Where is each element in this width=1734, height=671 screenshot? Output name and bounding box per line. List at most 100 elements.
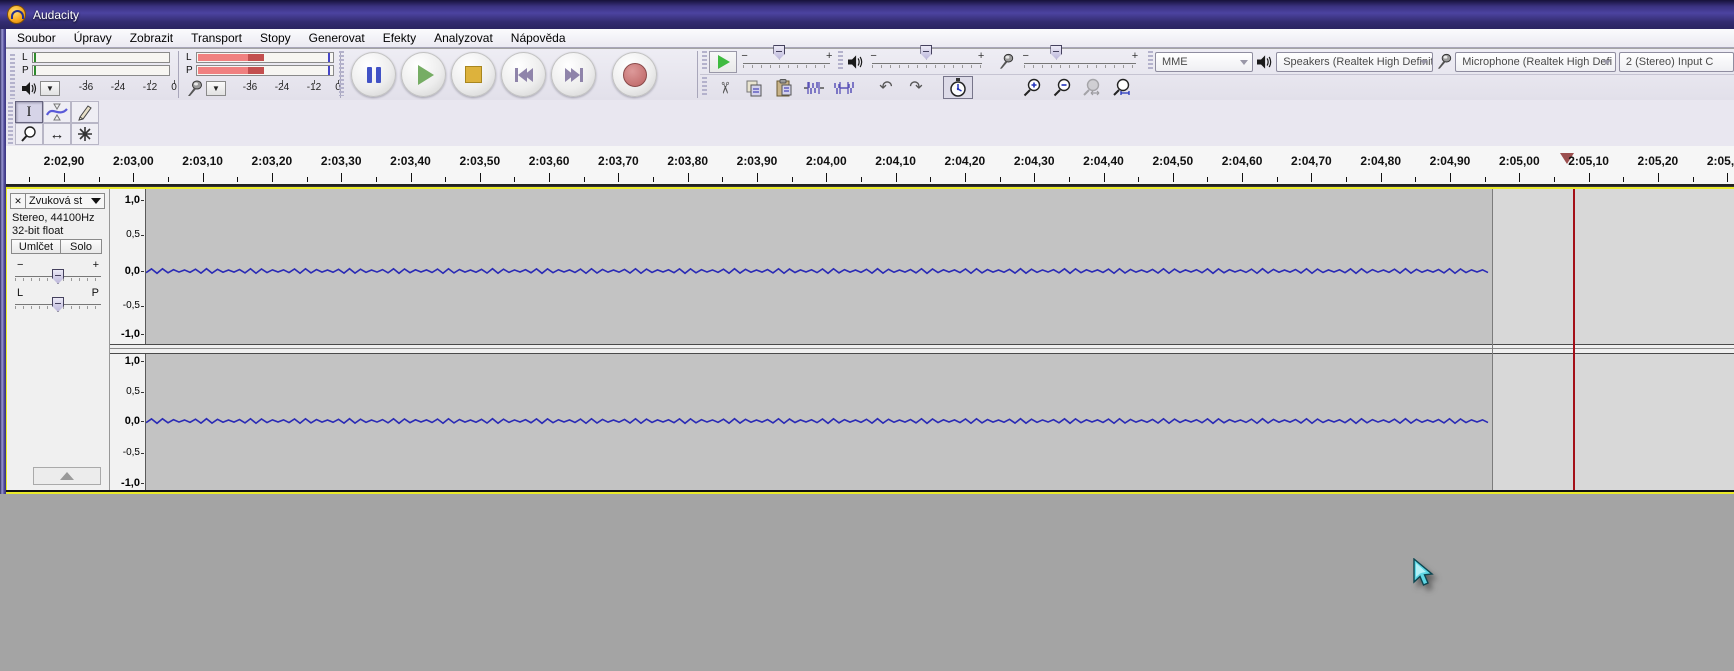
zoom-out-button[interactable] [1047, 76, 1077, 99]
timeline-minor-tick [1623, 177, 1624, 182]
pan-slider-thumb[interactable] [52, 297, 64, 312]
play-icon [418, 65, 434, 85]
tools-toolbar-grip[interactable] [8, 102, 13, 146]
draw-tool-button[interactable] [71, 101, 99, 123]
output-volume-slider-thumb[interactable] [920, 45, 932, 60]
menu-item-zobrazit[interactable]: Zobrazit [121, 30, 182, 46]
waveform-area[interactable] [146, 189, 1734, 491]
play-speed-slider-thumb[interactable] [773, 45, 785, 60]
gain-slider[interactable]: − + [15, 259, 101, 285]
time-shift-tool-button[interactable]: ↔ [43, 123, 71, 145]
pause-button[interactable] [351, 52, 396, 97]
meter-toolbar-grip[interactable] [10, 54, 15, 99]
multi-tool-button[interactable] [71, 123, 99, 145]
cut-button[interactable]: ✂ [709, 76, 739, 99]
track-menu-arrow-icon[interactable] [91, 198, 101, 204]
menu-item-generovat[interactable]: Generovat [300, 30, 374, 46]
close-track-button[interactable]: ✕ [11, 194, 26, 208]
paste-button[interactable] [769, 76, 799, 99]
menu-item-stopy[interactable]: Stopy [251, 30, 300, 46]
record-icon [623, 63, 647, 87]
copy-button[interactable] [739, 76, 769, 99]
recording-meter[interactable]: L P ▼ -36-24-120 [184, 52, 336, 97]
recording-meter-dropdown[interactable]: ▼ [206, 81, 226, 96]
timeline-ruler[interactable]: 2:02,902:03,002:03,102:03,202:03,302:03,… [0, 146, 1734, 186]
solo-button[interactable]: Solo [60, 239, 102, 254]
timeline-label: 2:05,30 [1693, 154, 1734, 168]
menu-item-úpravy[interactable]: Úpravy [65, 30, 121, 46]
playback-meter-dropdown[interactable]: ▼ [40, 81, 60, 96]
sync-lock-button[interactable] [943, 76, 973, 99]
vertical-ruler[interactable]: 1,00,50,0-0,5-1,01,00,50,0-0,5-1,0 [110, 189, 146, 491]
menu-item-transport[interactable]: Transport [182, 30, 251, 46]
recording-level-bar [198, 54, 248, 61]
gain-slider-thumb[interactable] [52, 269, 64, 284]
zoom-in-button[interactable] [1017, 76, 1047, 99]
play-at-speed-button[interactable] [709, 51, 738, 73]
vruler-tick [141, 200, 144, 201]
timeline-minor-tick [99, 177, 100, 182]
redo-button[interactable]: ↷ [901, 76, 931, 99]
vruler-label: 0,5 [126, 229, 140, 240]
playback-meter-left[interactable]: L [32, 52, 170, 63]
input-device-dropdown[interactable]: Microphone (Realtek High Defi [1455, 52, 1616, 72]
transport-toolbar-grip[interactable] [339, 51, 344, 96]
collapse-track-button[interactable] [33, 467, 101, 485]
input-channels-value: 2 (Stereo) Input C [1626, 56, 1713, 68]
recording-peak-hold [328, 66, 330, 75]
timeline-tick [1381, 173, 1382, 182]
stop-button[interactable] [451, 52, 496, 97]
skip-to-end-button[interactable] [551, 52, 596, 97]
input-channels-dropdown[interactable]: 2 (Stereo) Input C [1619, 52, 1734, 72]
vruler-tick [141, 453, 144, 454]
vruler-label: 1,0 [125, 355, 140, 367]
record-button[interactable] [612, 52, 657, 97]
channel-separator[interactable] [110, 344, 1734, 354]
skip-to-start-button[interactable] [501, 52, 546, 97]
input-volume-slider-thumb[interactable] [1050, 45, 1062, 60]
audacity-window: Audacity SouborÚpravyZobrazitTransportSt… [0, 0, 1734, 671]
mixer-toolbar-grip[interactable] [838, 51, 843, 71]
speaker-icon [848, 55, 863, 69]
recording-meter-left[interactable]: L [196, 52, 334, 63]
track-name-menu[interactable]: Zvuková st [26, 195, 88, 207]
edit-toolbar-grip[interactable] [702, 77, 707, 97]
mute-button[interactable]: Umlčet [11, 239, 61, 254]
playback-meter-right[interactable]: P [32, 65, 170, 76]
envelope-tool-icon [46, 103, 68, 121]
toolbar-separator [178, 51, 179, 98]
meter-scale-label: -12 [307, 82, 321, 93]
playback-meter[interactable]: L P ▼ -36-24-120 [20, 52, 172, 97]
silence-audio-button[interactable] [829, 76, 859, 99]
timeline-label: 2:03,80 [654, 154, 722, 168]
pan-slider[interactable]: L P [15, 287, 101, 313]
recording-meter-right[interactable]: P [196, 65, 334, 76]
menu-item-analyzovat[interactable]: Analyzovat [425, 30, 502, 46]
undo-button[interactable]: ↶ [871, 76, 901, 99]
output-device-dropdown[interactable]: Speakers (Realtek High Definit [1276, 52, 1433, 72]
vruler-tick [141, 235, 144, 236]
timeline-label: 2:05,10 [1555, 154, 1623, 168]
selection-tool-button[interactable]: I [15, 101, 43, 123]
recording-cursor-line [1573, 189, 1575, 491]
menu-item-nápověda[interactable]: Nápověda [502, 30, 575, 46]
output-volume-slider[interactable]: − + [870, 52, 984, 72]
trim-audio-button[interactable] [799, 76, 829, 99]
play-button[interactable] [401, 52, 446, 97]
device-toolbar-grip[interactable] [1148, 51, 1153, 71]
zoom-tool-button[interactable] [15, 123, 43, 145]
title-bar[interactable]: Audacity [0, 0, 1734, 29]
menu-item-efekty[interactable]: Efekty [374, 30, 425, 46]
audio-clip-region[interactable] [146, 189, 1492, 491]
audio-host-dropdown[interactable]: MME [1155, 52, 1253, 72]
fit-selection-button[interactable] [1077, 76, 1107, 99]
menu-item-soubor[interactable]: Soubor [8, 30, 65, 46]
microphone-icon [998, 53, 1014, 70]
envelope-tool-button[interactable] [43, 101, 71, 123]
input-volume-slider[interactable]: − + [1022, 52, 1138, 72]
timeline-tick [203, 173, 204, 182]
timeline-minor-tick [168, 177, 169, 182]
play-speed-slider[interactable]: − + [741, 52, 832, 72]
fit-project-button[interactable] [1107, 76, 1137, 99]
playspeed-toolbar-grip[interactable] [702, 51, 707, 71]
